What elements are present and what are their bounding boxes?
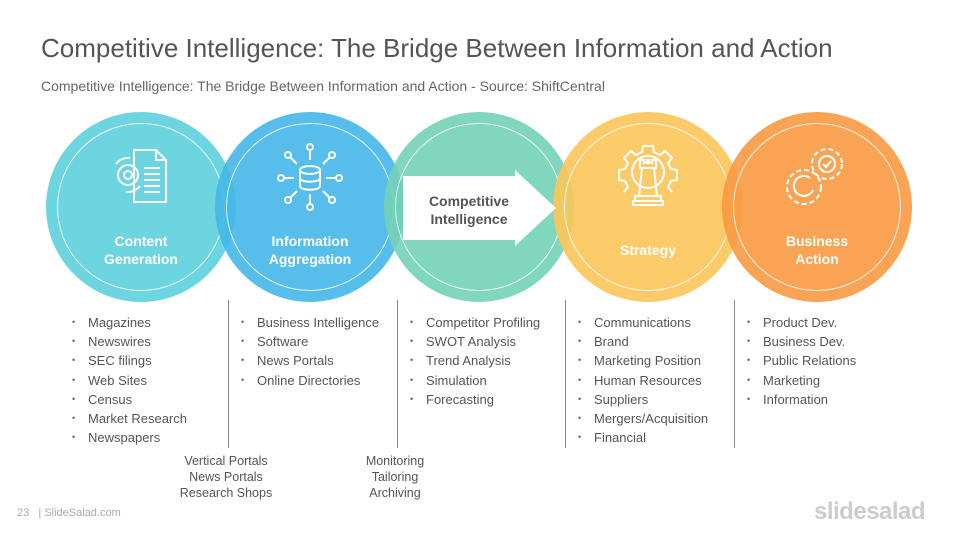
list-item: Simulation [410,371,540,390]
stage-circle-content-generation: Content Generation [46,112,236,302]
stage-label-line: Competitive [428,193,510,209]
page-title: Competitive Intelligence: The Bridge Bet… [41,33,833,63]
list-item: Online Directories [241,371,379,390]
divider-line [397,300,398,448]
list-item: Business Intelligence [241,313,379,332]
note-line: Research Shops [179,486,273,500]
stage-label-line: Action [795,251,839,267]
divider-line [228,300,229,448]
list-item: SWOT Analysis [410,332,540,351]
stage-label-line: Generation [104,251,178,267]
gears-check-icon [786,148,843,205]
stage-label: Strategy [619,242,677,258]
list-item: Marketing Position [578,351,708,370]
competitive-intelligence-label: Competitive Intelligence [413,192,525,228]
note-line: Tailoring [371,470,419,484]
stage-label-line: Aggregation [268,251,352,267]
list-item: Marketing [747,371,856,390]
list-item: Magazines [72,313,187,332]
list-item: Newswires [72,332,187,351]
stage-label: Information Aggregation [215,232,405,268]
stage-label-line: Intelligence [430,211,508,227]
list-item: Suppliers [578,390,708,409]
stage-label-line: Information [271,233,349,249]
list-item: Business Dev. [747,332,856,351]
slide: Competitive Intelligence: The Bridge Bet… [0,0,960,540]
page-subtitle: Competitive Intelligence: The Bridge Bet… [41,78,605,94]
note-line: Vertical Portals [184,454,268,468]
brand-logo: slidesalad [814,498,926,525]
list-item: Census [72,390,187,409]
divider-line [565,300,566,448]
page-number: 23 [17,507,30,519]
footer-site: | SlideSalad.com [38,507,121,519]
stage-label: Content Generation [46,232,236,268]
note-line: Monitoring [365,454,425,468]
stage-label-line: Business [785,233,849,249]
list-item: Newspapers [72,428,187,447]
list-content-generation: MagazinesNewswiresSEC filingsWeb SitesCe… [72,313,187,448]
stage-label: Business Action [722,232,912,268]
note-line: Archiving [369,486,421,500]
list-item: SEC filings [72,351,187,370]
chess-rook-gear-icon [618,145,678,206]
list-item: Human Resources [578,371,708,390]
stage-circle-information-aggregation: Information Aggregation [215,112,405,302]
list-business-action: Product Dev.Business Dev.Public Relation… [747,313,856,409]
list-item: Public Relations [747,351,856,370]
list-strategy: CommunicationsBrandMarketing PositionHum… [578,313,708,448]
note-line: News Portals [189,470,263,484]
list-item: News Portals [241,351,379,370]
list-item: Competitor Profiling [410,313,540,332]
footer: 23 | SlideSalad.com [17,507,121,519]
database-aggregation-icon [277,143,343,211]
list-information-aggregation: Business IntelligenceSoftwareNews Portal… [241,313,379,390]
list-item: Trend Analysis [410,351,540,370]
divider-line [734,300,735,448]
list-item: Communications [578,313,708,332]
connector-note: Vertical Portals News Portals Research Sho… [156,453,296,501]
document-gear-icon [115,149,167,203]
list-competitive-intelligence: Competitor ProfilingSWOT AnalysisTrend A… [410,313,540,409]
list-item: Product Dev. [747,313,856,332]
list-item: Forecasting [410,390,540,409]
list-item: Market Research [72,409,187,428]
stage-label-line: Content [114,233,168,249]
list-item: Financial [578,428,708,447]
connector-note: Monitoring Tailoring Archiving [325,453,465,501]
list-item: Information [747,390,856,409]
list-item: Mergers/Acquisition [578,409,708,428]
list-item: Web Sites [72,371,187,390]
stage-circle-strategy: Strategy [553,112,743,302]
list-item: Software [241,332,379,351]
list-item: Brand [578,332,708,351]
stage-circle-business-action: Business Action [722,112,912,302]
